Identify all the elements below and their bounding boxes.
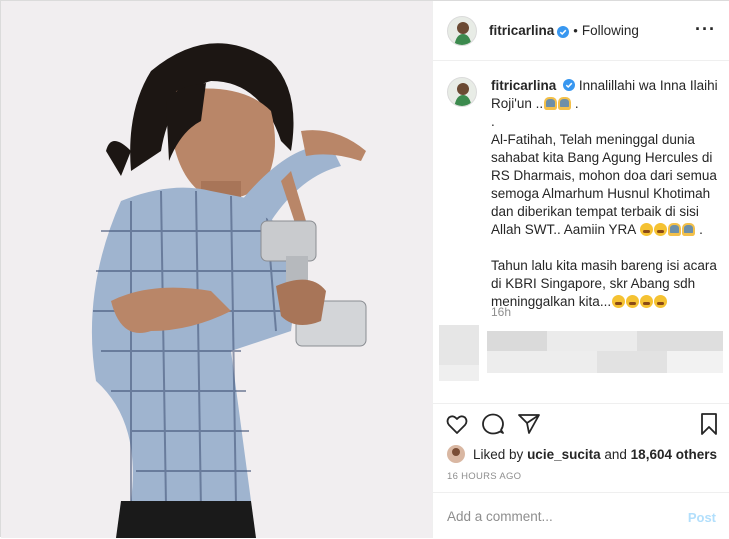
verified-badge-icon: [557, 25, 570, 38]
likes-prefix: Liked by: [473, 446, 524, 462]
post-comment-button[interactable]: Post: [688, 510, 716, 525]
action-bar: [445, 412, 718, 436]
post-timestamp[interactable]: 16 HOURS AGO: [447, 471, 521, 482]
likes-count[interactable]: 18,604 others: [631, 447, 717, 462]
following-button[interactable]: Following: [582, 23, 639, 38]
post-photo[interactable]: [1, 1, 433, 538]
caption-dot-line: .: [491, 114, 495, 129]
comments-area: fitricarlina Innalillahi wa Inna Ilaihi …: [433, 61, 729, 403]
caption-username[interactable]: fitricarlina: [491, 78, 556, 93]
header-separator: •: [573, 23, 578, 38]
crying-emoji-icon: [654, 295, 668, 308]
caption-paragraph-2: Al-Fatihah, Telah meninggal dunia sahaba…: [491, 132, 717, 237]
pray-emoji-icon: [558, 97, 572, 110]
caption-text: fitricarlina Innalillahi wa Inna Ilaihi …: [491, 77, 721, 311]
liker-username[interactable]: ucie_sucita: [527, 447, 601, 462]
comment-bubble-icon[interactable]: [481, 412, 505, 436]
blurred-comment: [439, 325, 723, 381]
crying-emoji-icon: [612, 295, 626, 308]
caption-line1-suffix: .: [571, 96, 579, 111]
post-sidebar: fitricarlina • Following ··· fitricarlin…: [433, 1, 729, 538]
caption-time[interactable]: 16h: [491, 305, 511, 319]
instagram-post-window: fitricarlina • Following ··· fitricarlin…: [0, 0, 729, 538]
share-send-icon[interactable]: [517, 412, 541, 436]
caption-verified-icon: [563, 78, 576, 91]
caption-avatar[interactable]: [447, 77, 477, 107]
crying-emoji-icon: [640, 295, 654, 308]
post-actions: Liked by ucie_sucita and 18,604 others 1…: [433, 403, 729, 533]
likes-summary: Liked by ucie_sucita and 18,604 others: [447, 444, 717, 464]
pray-emoji-icon: [668, 223, 682, 236]
like-heart-icon[interactable]: [445, 412, 469, 436]
crying-emoji-icon: [654, 223, 668, 236]
author-username[interactable]: fitricarlina: [489, 23, 554, 38]
crying-emoji-icon: [640, 223, 654, 236]
add-comment-box: Post: [433, 492, 729, 539]
likes-middle: and: [604, 446, 627, 462]
post-header: fitricarlina • Following ···: [433, 1, 729, 61]
pray-emoji-icon: [544, 97, 558, 110]
bookmark-save-icon[interactable]: [699, 412, 723, 436]
pray-emoji-icon: [682, 223, 696, 236]
caption-paragraph-3: Tahun lalu kita masih bareng isi acara d…: [491, 258, 717, 309]
crying-emoji-icon: [626, 295, 640, 308]
liker-avatar[interactable]: [447, 445, 465, 463]
caption-paragraph-2-suffix: .: [695, 222, 703, 237]
comment-input[interactable]: [447, 509, 667, 524]
more-options-icon[interactable]: ···: [695, 20, 716, 38]
author-avatar[interactable]: [447, 15, 477, 46]
photo-illustration: [1, 1, 432, 538]
